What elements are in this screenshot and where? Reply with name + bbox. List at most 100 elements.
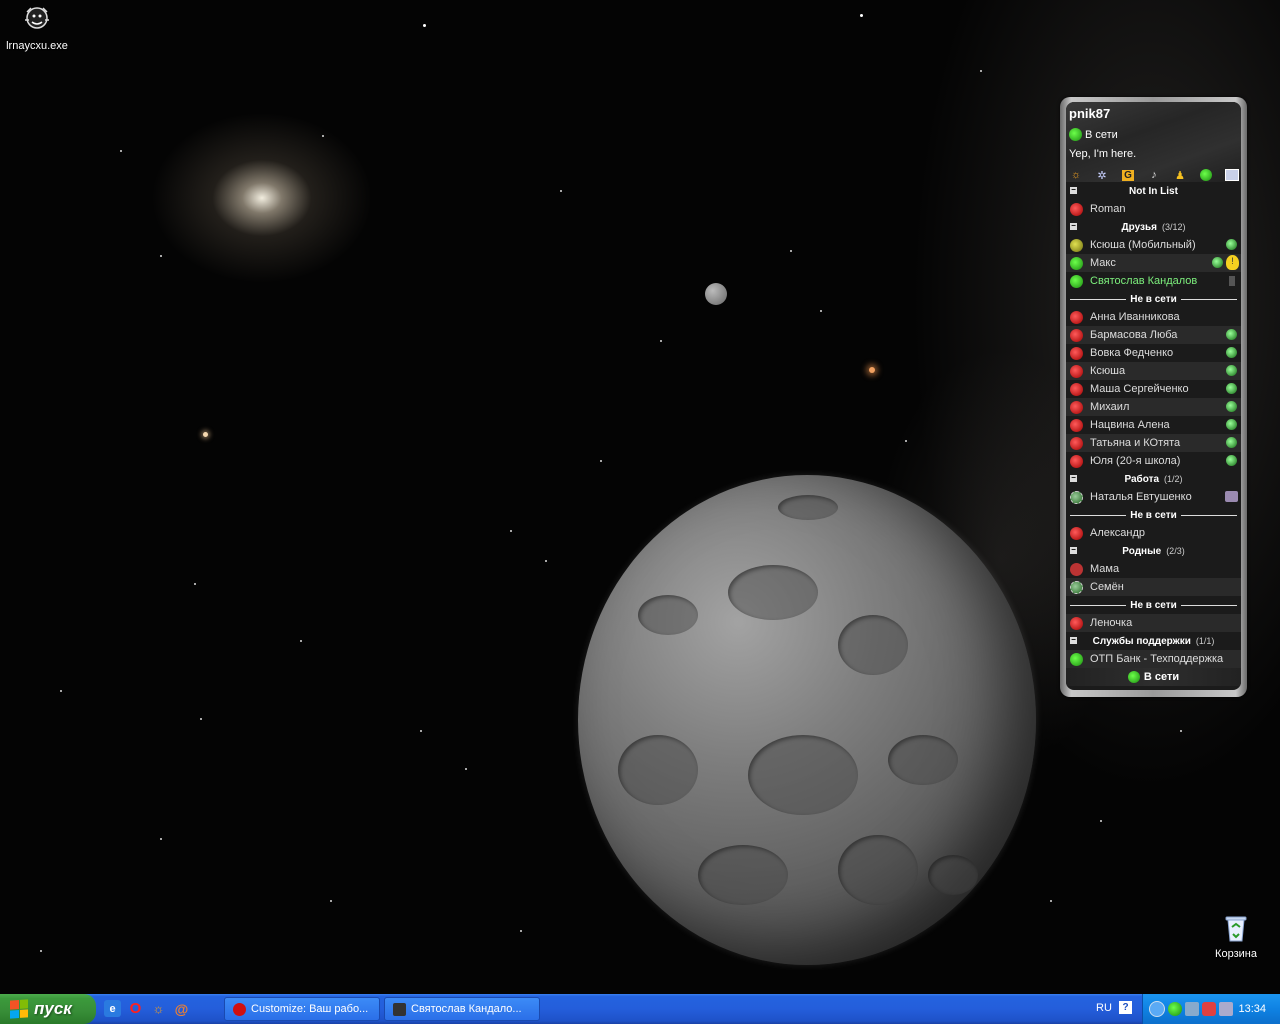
network-icon[interactable] bbox=[1185, 1002, 1199, 1016]
status-icon[interactable] bbox=[1198, 167, 1214, 183]
star bbox=[860, 14, 863, 17]
star bbox=[520, 930, 522, 932]
start-button[interactable]: пуск bbox=[0, 994, 96, 1024]
miranda-icon[interactable]: ☼ bbox=[150, 1000, 167, 1017]
star bbox=[423, 24, 426, 27]
contact-item[interactable]: Михаил bbox=[1066, 398, 1241, 416]
tray-expand-icon[interactable] bbox=[1149, 1001, 1165, 1017]
contact-group[interactable]: − Работа (1/2) bbox=[1066, 470, 1241, 488]
task-button-opera[interactable]: Customize: Ваш рабо... bbox=[224, 997, 380, 1021]
collapse-icon[interactable]: − bbox=[1070, 222, 1077, 230]
offline-status-icon bbox=[1070, 382, 1083, 396]
status-message[interactable]: Yep, I'm here. bbox=[1069, 148, 1136, 160]
contact-group[interactable]: − Родные (2/3) bbox=[1066, 542, 1241, 560]
client-icon bbox=[1226, 401, 1237, 412]
contact-item[interactable]: Святослав Кандалов bbox=[1066, 272, 1241, 290]
contact-item[interactable]: Татьяна и КОтята bbox=[1066, 434, 1241, 452]
contact-item[interactable]: Ксюша bbox=[1066, 362, 1241, 380]
global-status-bar[interactable]: В сети bbox=[1066, 668, 1241, 686]
divider-label: Не в сети bbox=[1130, 509, 1177, 521]
security-shield-icon[interactable] bbox=[1202, 1002, 1216, 1016]
collapse-icon[interactable]: − bbox=[1070, 636, 1077, 644]
contact-item[interactable]: Леночка bbox=[1066, 614, 1241, 632]
client-icon bbox=[1226, 347, 1237, 358]
mobile-status-icon bbox=[1070, 238, 1083, 252]
offline-divider: Не в сети bbox=[1066, 290, 1241, 308]
contact-name: Наталья Евтушенко bbox=[1090, 491, 1192, 503]
help-icon[interactable]: ? bbox=[1119, 1001, 1132, 1014]
contact-name: Нацвина Алена bbox=[1090, 419, 1170, 431]
star bbox=[820, 310, 822, 312]
user-status-label: В сети bbox=[1085, 128, 1118, 141]
collapse-icon[interactable]: − bbox=[1070, 546, 1077, 554]
task-button-chat[interactable]: Святослав Кандало... bbox=[384, 997, 540, 1021]
contact-item[interactable]: Мама bbox=[1066, 560, 1241, 578]
offline-status-icon bbox=[1070, 310, 1083, 324]
collapse-icon[interactable]: − bbox=[1070, 474, 1077, 482]
options-gear-icon[interactable]: ✲ bbox=[1094, 167, 1110, 183]
contact-name: Бармасова Люба bbox=[1090, 329, 1178, 341]
planet bbox=[578, 475, 1036, 965]
sms-status-icon bbox=[1070, 562, 1083, 576]
ie-icon[interactable]: e bbox=[104, 1000, 121, 1017]
contact-item[interactable]: Вовка Федченко bbox=[1066, 344, 1241, 362]
offline-status-icon bbox=[1070, 400, 1083, 414]
chat-window-icon bbox=[393, 1002, 406, 1016]
miranda-tray-icon[interactable] bbox=[1168, 1002, 1182, 1016]
collapse-icon[interactable]: − bbox=[1070, 186, 1077, 194]
star bbox=[300, 640, 302, 642]
miranda-icon[interactable]: ☼ bbox=[1068, 167, 1084, 183]
contact-item[interactable]: Маша Сергейченко bbox=[1066, 380, 1241, 398]
taskbar: пуск e O ☼ @ Customize: Ваш рабо... Свят… bbox=[0, 994, 1280, 1024]
contact-item[interactable]: Roman bbox=[1066, 200, 1241, 218]
mail-agent-icon[interactable]: @ bbox=[173, 1000, 190, 1017]
user-status[interactable]: В сети bbox=[1069, 128, 1118, 141]
desktop-icon-exe[interactable]: lrnaycxu.exe bbox=[0, 4, 77, 52]
contact-group[interactable]: − Not In List bbox=[1066, 182, 1241, 200]
star bbox=[330, 900, 332, 902]
contact-name: Татьяна и КОтята bbox=[1090, 437, 1181, 449]
sound-icon[interactable]: ♪ bbox=[1146, 167, 1162, 183]
find-user-icon[interactable]: ♟ bbox=[1172, 167, 1188, 183]
star bbox=[200, 718, 202, 720]
desktop-icon-recycle-bin[interactable]: Корзина bbox=[1196, 912, 1276, 960]
online-status-icon bbox=[1070, 274, 1083, 288]
contact-name: Анна Иванникова bbox=[1090, 311, 1180, 323]
contact-item[interactable]: Александр bbox=[1066, 524, 1241, 542]
language-indicator[interactable]: RU bbox=[1096, 1002, 1112, 1014]
minimize-icon[interactable] bbox=[1224, 167, 1240, 183]
client-icon bbox=[1226, 437, 1237, 448]
contact-item[interactable]: Семён bbox=[1066, 578, 1241, 596]
contact-group[interactable]: − Друзья (3/12) bbox=[1066, 218, 1241, 236]
g-icon[interactable]: G bbox=[1120, 167, 1136, 183]
desktop[interactable]: lrnaycxu.exe Корзина pnik87 В сети Yep, … bbox=[0, 0, 1280, 994]
global-status-label: В сети bbox=[1143, 671, 1180, 683]
clock[interactable]: 13:34 bbox=[1238, 1003, 1266, 1015]
contact-group[interactable]: − Службы поддержки (1/1) bbox=[1066, 632, 1241, 650]
start-label: пуск bbox=[34, 999, 72, 1018]
contact-item[interactable]: Ксюша (Мобильный) bbox=[1066, 236, 1241, 254]
contact-name: Макс bbox=[1090, 257, 1116, 269]
star bbox=[120, 150, 122, 152]
contact-item[interactable]: Макс! bbox=[1066, 254, 1241, 272]
contact-item[interactable]: Наталья Евтушенко bbox=[1066, 488, 1241, 506]
small-moon bbox=[705, 283, 727, 305]
contact-item[interactable]: Юля (20-я школа) bbox=[1066, 452, 1241, 470]
group-label: Not In List bbox=[1129, 185, 1178, 197]
contact-item[interactable]: Анна Иванникова bbox=[1066, 308, 1241, 326]
contact-item[interactable]: Нацвина Алена bbox=[1066, 416, 1241, 434]
contact-item[interactable]: ОТП Банк - Техподдержка bbox=[1066, 650, 1241, 668]
offline-status-icon bbox=[1070, 436, 1083, 450]
offline-status-icon bbox=[1070, 454, 1083, 468]
online-status-icon bbox=[1070, 652, 1083, 666]
opera-icon[interactable]: O bbox=[127, 1000, 144, 1017]
contact-list-window[interactable]: pnik87 В сети Yep, I'm here. ☼ ✲ G ♪ ♟ −… bbox=[1060, 97, 1247, 697]
client-icon bbox=[1226, 419, 1237, 430]
offline-divider: Не в сети bbox=[1066, 596, 1241, 614]
contact-item[interactable]: Бармасова Люба bbox=[1066, 326, 1241, 344]
monitor-icon[interactable] bbox=[1219, 1002, 1233, 1016]
offline-status-icon bbox=[1070, 202, 1083, 216]
online-status-icon bbox=[1070, 256, 1083, 270]
group-count: (1/1) bbox=[1195, 636, 1215, 646]
windows-flag-icon bbox=[10, 999, 28, 1019]
